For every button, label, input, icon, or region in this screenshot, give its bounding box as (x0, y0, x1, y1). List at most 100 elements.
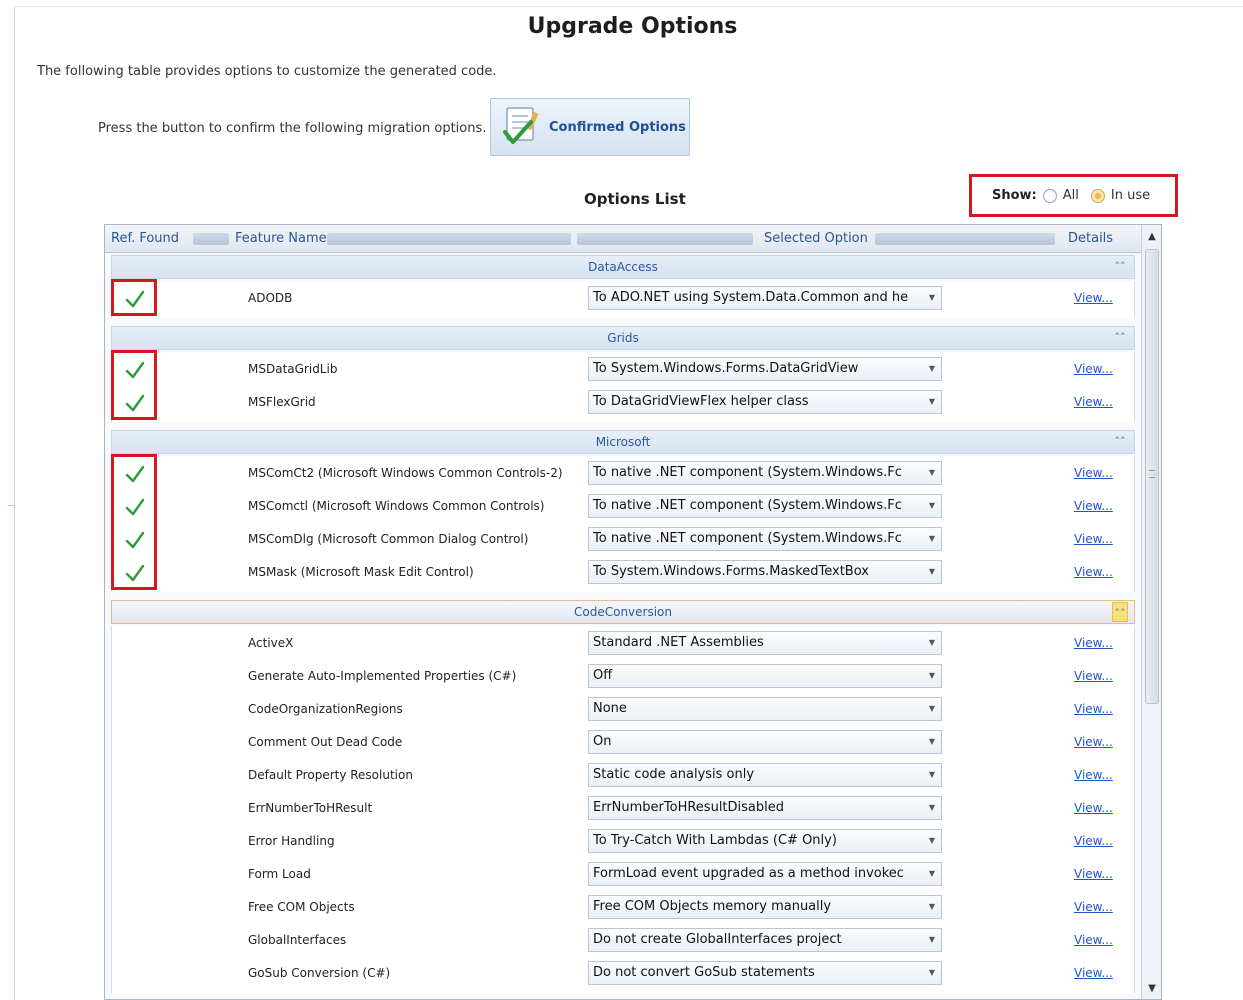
view-details-link[interactable]: View... (1074, 735, 1113, 749)
dropdown-arrow-icon[interactable]: ▼ (923, 962, 941, 984)
confirmed-options-label: Confirmed Options (549, 119, 686, 135)
dropdown-arrow-icon[interactable]: ▼ (923, 929, 941, 951)
selected-option-dropdown[interactable]: To DataGridViewFlex helper class ▼ (588, 390, 942, 414)
column-separator (577, 233, 753, 245)
selected-option-value: To native .NET component (System.Windows… (593, 498, 902, 513)
grid-header: Ref. Found Feature Name Selected Option … (105, 225, 1142, 253)
feature-name: GoSub Conversion (C#) (248, 966, 391, 980)
dropdown-arrow-icon[interactable]: ▼ (923, 830, 941, 852)
view-details-link[interactable]: View... (1074, 565, 1113, 579)
selected-option-dropdown[interactable]: Standard .NET Assemblies ▼ (588, 631, 942, 655)
dropdown-arrow-icon[interactable]: ▼ (923, 698, 941, 720)
dropdown-arrow-icon[interactable]: ▼ (923, 731, 941, 753)
selected-option-dropdown[interactable]: To native .NET component (System.Windows… (588, 527, 942, 551)
dropdown-arrow-icon[interactable]: ▼ (923, 358, 941, 380)
view-details-link[interactable]: View... (1074, 834, 1113, 848)
in-use-radio-label[interactable]: In use (1111, 188, 1150, 203)
selected-option-value: ErrNumberToHResultDisabled (593, 800, 785, 815)
column-feature-name[interactable]: Feature Name (235, 231, 327, 246)
group-header-grids[interactable]: Grids ˄˄ (111, 326, 1135, 350)
left-edge-mark (8, 505, 14, 506)
collapse-chevron-icon[interactable]: ˄˄ (1112, 602, 1128, 622)
ref-found-check-icon (124, 288, 146, 310)
group-header-dataaccess[interactable]: DataAccess ˄˄ (111, 255, 1135, 279)
table-row: ErrNumberToHResult ErrNumberToHResultDisa… (112, 793, 1136, 826)
feature-name: Comment Out Dead Code (248, 735, 403, 749)
view-details-link[interactable]: View... (1074, 291, 1113, 305)
all-radio-label[interactable]: All (1063, 188, 1079, 203)
view-details-link[interactable]: View... (1074, 636, 1113, 650)
view-details-link[interactable]: View... (1074, 702, 1113, 716)
selected-option-dropdown[interactable]: On ▼ (588, 730, 942, 754)
group-header-microsoft[interactable]: Microsoft ˄˄ (111, 430, 1135, 454)
column-details[interactable]: Details (1068, 231, 1113, 246)
view-details-link[interactable]: View... (1074, 395, 1113, 409)
dropdown-arrow-icon[interactable]: ▼ (923, 287, 941, 309)
selected-option-dropdown[interactable]: To native .NET component (System.Windows… (588, 494, 942, 518)
selected-option-dropdown[interactable]: None ▼ (588, 697, 942, 721)
selected-option-dropdown[interactable]: Do not convert GoSub statements ▼ (588, 961, 942, 985)
table-row: ADODB To ADO.NET using System.Data.Common… (112, 283, 1136, 316)
confirmed-options-button[interactable]: Confirmed Options (490, 98, 690, 156)
dropdown-arrow-icon[interactable]: ▼ (923, 462, 941, 484)
table-row: Comment Out Dead Code On ▼ View... (112, 727, 1136, 760)
view-details-link[interactable]: View... (1074, 900, 1113, 914)
vertical-scrollbar[interactable]: ▲ ▼ (1141, 225, 1161, 999)
view-details-link[interactable]: View... (1074, 532, 1113, 546)
selected-option-dropdown[interactable]: To System.Windows.Forms.MaskedTextBox ▼ (588, 560, 942, 584)
selected-option-dropdown[interactable]: FormLoad event upgraded as a method invo… (588, 862, 942, 886)
dropdown-arrow-icon[interactable]: ▼ (923, 764, 941, 786)
view-details-link[interactable]: View... (1074, 801, 1113, 815)
dropdown-arrow-icon[interactable]: ▼ (923, 665, 941, 687)
view-details-link[interactable]: View... (1074, 768, 1113, 782)
view-details-link[interactable]: View... (1074, 362, 1113, 376)
in-use-radio[interactable] (1090, 188, 1105, 203)
group-header-codeconversion[interactable]: CodeConversion ˄˄ (111, 600, 1135, 624)
collapse-chevron-icon[interactable]: ˄˄ (1112, 431, 1128, 453)
dropdown-arrow-icon[interactable]: ▼ (923, 495, 941, 517)
selected-option-dropdown[interactable]: To ADO.NET using System.Data.Common and … (588, 286, 942, 310)
view-details-link[interactable]: View... (1074, 499, 1113, 513)
view-details-link[interactable]: View... (1074, 466, 1113, 480)
view-details-link[interactable]: View... (1074, 669, 1113, 683)
dropdown-arrow-icon[interactable]: ▼ (923, 391, 941, 413)
dropdown-arrow-icon[interactable]: ▼ (923, 528, 941, 550)
scroll-grip-icon (1149, 470, 1155, 478)
selected-option-dropdown[interactable]: Off ▼ (588, 664, 942, 688)
view-details-link[interactable]: View... (1074, 966, 1113, 980)
table-row: Form Load FormLoad event upgraded as a me… (112, 859, 1136, 892)
all-radio[interactable] (1042, 188, 1057, 203)
table-row: MSMask (Microsoft Mask Edit Control) To S… (112, 557, 1136, 590)
selected-option-value: To ADO.NET using System.Data.Common and … (593, 290, 909, 305)
selected-option-dropdown[interactable]: To Try-Catch With Lambdas (C# Only) ▼ (588, 829, 942, 853)
collapse-chevron-icon[interactable]: ˄˄ (1112, 256, 1128, 278)
selected-option-value: To Try-Catch With Lambdas (C# Only) (593, 833, 837, 848)
column-selected-option[interactable]: Selected Option (764, 231, 868, 246)
selected-option-dropdown[interactable]: To System.Windows.Forms.DataGridView ▼ (588, 357, 942, 381)
view-details-link[interactable]: View... (1074, 933, 1113, 947)
dropdown-arrow-icon[interactable]: ▼ (923, 632, 941, 654)
scroll-up-arrow-icon[interactable]: ▲ (1142, 227, 1161, 247)
scroll-down-arrow-icon[interactable]: ▼ (1142, 979, 1161, 999)
selected-option-value: To System.Windows.Forms.DataGridView (593, 361, 859, 376)
scroll-thumb[interactable] (1145, 249, 1159, 704)
feature-name: MSComCt2 (Microsoft Windows Common Contr… (248, 466, 563, 480)
dropdown-arrow-icon[interactable]: ▼ (923, 797, 941, 819)
collapse-chevron-icon[interactable]: ˄˄ (1112, 327, 1128, 349)
feature-name: Form Load (248, 867, 311, 881)
column-ref-found[interactable]: Ref. Found (111, 231, 179, 246)
group-label: CodeConversion (574, 605, 672, 619)
selected-option-dropdown[interactable]: To native .NET component (System.Windows… (588, 461, 942, 485)
table-row: Error Handling To Try-Catch With Lambdas … (112, 826, 1136, 859)
feature-name: Error Handling (248, 834, 335, 848)
selected-option-dropdown[interactable]: Static code analysis only ▼ (588, 763, 942, 787)
selected-option-dropdown[interactable]: Free COM Objects memory manually ▼ (588, 895, 942, 919)
selected-option-dropdown[interactable]: Do not create GlobalInterfaces project ▼ (588, 928, 942, 952)
dropdown-arrow-icon[interactable]: ▼ (923, 561, 941, 583)
selected-option-dropdown[interactable]: ErrNumberToHResultDisabled ▼ (588, 796, 942, 820)
view-details-link[interactable]: View... (1074, 867, 1113, 881)
dropdown-arrow-icon[interactable]: ▼ (923, 863, 941, 885)
dropdown-arrow-icon[interactable]: ▼ (923, 896, 941, 918)
selected-option-value: Do not convert GoSub statements (593, 965, 815, 980)
table-row: MSComctl (Microsoft Windows Common Contr… (112, 491, 1136, 524)
